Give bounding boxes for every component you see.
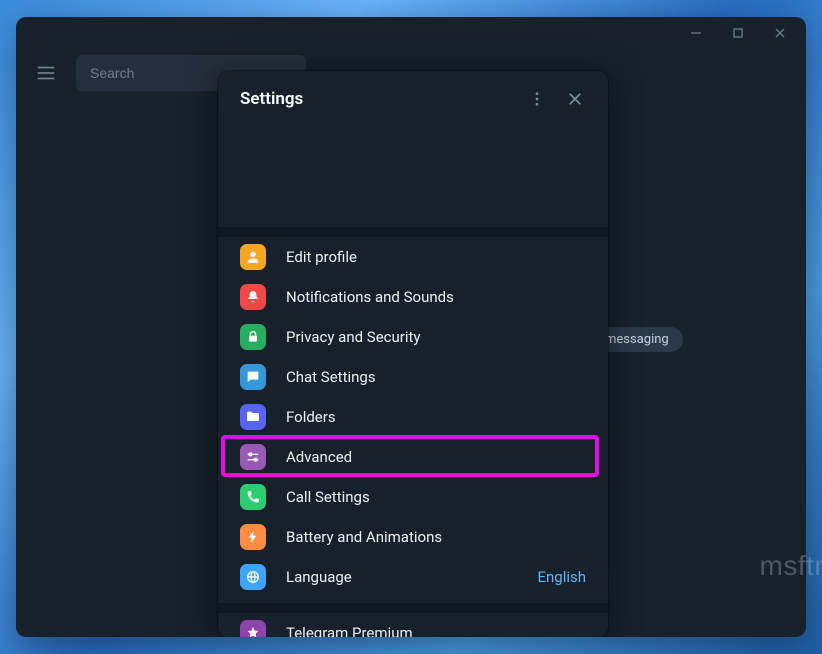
settings-menu-list: Edit profile Notifications and Sounds Pr…	[218, 237, 608, 637]
more-vertical-icon	[528, 90, 546, 108]
close-icon	[774, 27, 786, 39]
section-divider	[218, 227, 608, 237]
star-icon	[240, 620, 266, 637]
window-titlebar	[16, 17, 806, 49]
maximize-icon	[732, 27, 744, 39]
globe-icon	[240, 564, 266, 590]
user-icon	[240, 244, 266, 270]
menu-item-advanced[interactable]: Advanced	[218, 437, 608, 477]
settings-title: Settings	[240, 89, 518, 109]
window-maximize-button[interactable]	[718, 19, 758, 47]
menu-item-chat-settings[interactable]: Chat Settings	[218, 357, 608, 397]
chat-icon	[240, 364, 266, 390]
battery-icon	[240, 524, 266, 550]
menu-item-call-settings[interactable]: Call Settings	[218, 477, 608, 517]
menu-item-label: Battery and Animations	[286, 528, 586, 546]
app-window: messaging Settings	[16, 17, 806, 637]
settings-modal: Settings Edit	[218, 71, 608, 637]
menu-item-edit-profile[interactable]: Edit profile	[218, 237, 608, 277]
menu-item-label: Folders	[286, 408, 586, 426]
window-close-button[interactable]	[760, 19, 800, 47]
menu-item-folders[interactable]: Folders	[218, 397, 608, 437]
phone-icon	[240, 484, 266, 510]
sliders-icon	[240, 444, 266, 470]
menu-item-value: English	[537, 568, 586, 586]
folder-icon	[240, 404, 266, 430]
menu-item-label: Telegram Premium	[286, 624, 586, 637]
menu-item-label: Call Settings	[286, 488, 586, 506]
section-divider	[218, 603, 608, 613]
menu-item-label: Edit profile	[286, 248, 586, 266]
menu-item-label: Notifications and Sounds	[286, 288, 586, 306]
menu-item-battery[interactable]: Battery and Animations	[218, 517, 608, 557]
menu-item-label: Chat Settings	[286, 368, 586, 386]
close-icon	[566, 90, 584, 108]
hamburger-icon	[35, 62, 57, 84]
menu-item-notifications[interactable]: Notifications and Sounds	[218, 277, 608, 317]
bell-icon	[240, 284, 266, 310]
menu-item-label: Language	[286, 568, 537, 586]
menu-item-privacy[interactable]: Privacy and Security	[218, 317, 608, 357]
settings-more-button[interactable]	[518, 80, 556, 118]
menu-item-label: Advanced	[286, 448, 586, 466]
window-minimize-button[interactable]	[676, 19, 716, 47]
profile-block[interactable]	[218, 127, 608, 227]
menu-item-label: Privacy and Security	[286, 328, 586, 346]
menu-item-language[interactable]: Language English	[218, 557, 608, 597]
settings-close-button[interactable]	[556, 80, 594, 118]
lock-icon	[240, 324, 266, 350]
menu-button[interactable]	[24, 51, 68, 95]
minimize-icon	[690, 27, 702, 39]
settings-header: Settings	[218, 71, 608, 127]
menu-item-premium[interactable]: Telegram Premium	[218, 613, 608, 637]
